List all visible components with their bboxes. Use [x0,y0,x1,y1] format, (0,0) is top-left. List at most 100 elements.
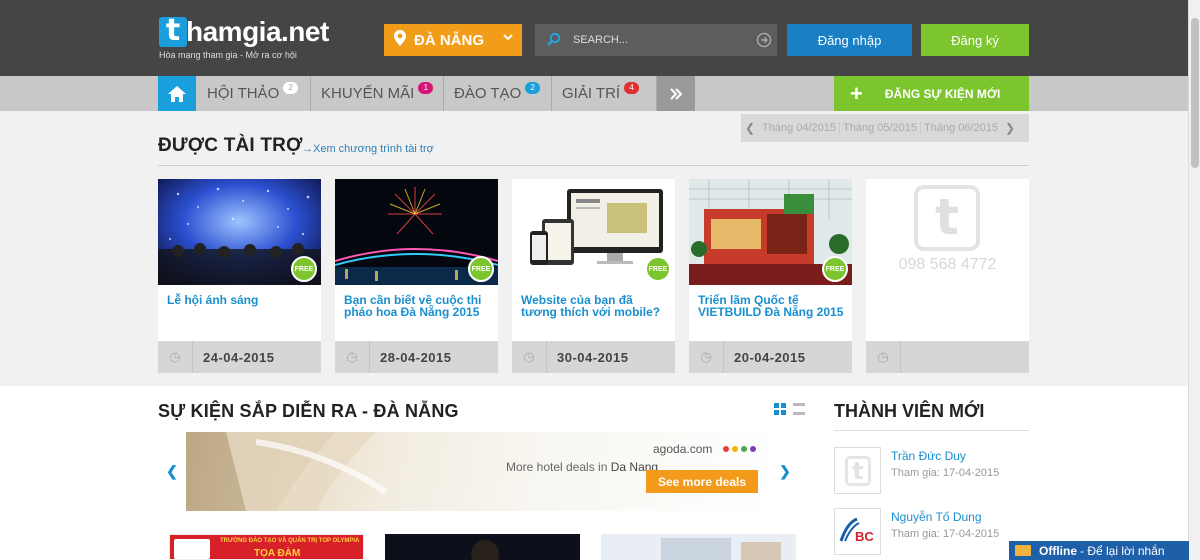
register-button[interactable]: Đăng ký [921,24,1029,56]
divider [369,341,370,373]
event-card[interactable]: FREE Triển lãm Quốc tế VIETBUILD Đà Nẵng… [689,179,852,373]
event-date: 28-04-2015 [380,349,452,365]
city-name: ĐÀ NẴNG [414,31,484,49]
upcoming-title: SỰ KIỆN SẮP DIỄN RA - ĐÀ NẴNG [158,401,459,421]
agoda-ad-banner[interactable]: agoda.com More hotel deals in Da Nang Se… [186,432,771,511]
post-event-label: ĐĂNG SỰ KIỆN MỚI [884,86,1001,101]
plus-icon: + [850,80,863,106]
offline-chat-widget[interactable]: Offline - Để lại lời nhắn [1009,541,1189,560]
event-thumb[interactable] [385,534,580,560]
nav-item-khuyen-mai[interactable]: KHUYẾN MÃI 1 [311,76,444,111]
month-tab[interactable]: Tháng 04/2015 [759,122,841,134]
event-date-bar: ◷ 24-04-2015 [158,341,321,373]
nav-item-dao-tao[interactable]: ĐÀO TẠO 2 [444,76,552,111]
view-sponsored-link[interactable]: →Xem chương trình tài trợ [302,143,434,155]
carousel-next-icon[interactable]: ❯ [771,432,799,511]
chevron-right-icon[interactable]: ❯ [1001,121,1019,135]
divider [834,430,1029,431]
search-input[interactable] [573,34,751,46]
thumb-text: TỌA ĐÀM [254,548,301,559]
grid-view-icon[interactable] [774,403,786,415]
clock-icon: ◷ [877,349,889,364]
event-date: 24-04-2015 [203,349,275,365]
logo-t-mark: t [159,16,187,47]
event-card[interactable]: FREE Lễ hội ánh sáng ◷ 24-04-2015 [158,179,321,373]
event-thumb[interactable]: TRƯỜNG ĐÀO TẠO VÀ QUẢN TRỊ TOP OLYMPIA T… [169,534,364,560]
chevron-down-icon [502,30,514,46]
clock-icon: ◷ [169,349,181,364]
event-date-bar: ◷ 20-04-2015 [689,341,852,373]
avatar[interactable]: t [834,447,881,494]
month-selector: ❮ Tháng 04/2015 Tháng 05/2015 Tháng 06/2… [741,114,1029,142]
member-joined: Tham gia: 17-04-2015 [891,467,1000,479]
event-date-bar: ◷ 30-04-2015 [512,341,675,373]
avatar[interactable]: BC [834,508,881,555]
member-name[interactable]: Trần Đức Duy [891,449,966,463]
city-selector[interactable]: ĐÀ NẴNG [384,24,522,56]
divider [723,341,724,373]
clock-icon: ◷ [346,349,358,364]
top-header: t hamgia.net Hòa mạng tham gia - Mở ra cơ… [0,0,1200,76]
page-scrollbar[interactable] [1188,0,1200,560]
free-badge: FREE [291,256,317,282]
nav-badge: 2 [283,81,299,94]
nav-item-giai-tri[interactable]: GIẢI TRÍ 4 [552,76,657,111]
event-date-bar: ◷ 28-04-2015 [335,341,498,373]
list-view-icon[interactable] [793,403,805,415]
nav-label: ĐÀO TẠO [454,85,522,102]
event-title[interactable]: Website của bạn đã tương thích với mobil… [521,294,669,318]
nav-label: GIẢI TRÍ [562,85,621,102]
scrollbar-thumb[interactable] [1191,18,1199,168]
svg-text:BC: BC [855,529,874,544]
chevron-left-icon[interactable]: ❮ [741,121,759,135]
placeholder-logo-icon: t [914,185,980,251]
logo-text: hamgia.net [186,16,329,47]
home-icon [168,85,186,102]
nav-badge: 2 [525,81,541,94]
logo-tagline: Hòa mạng tham gia - Mở ra cơ hội [159,50,297,60]
event-image-responsive-devices[interactable]: FREE [512,179,675,285]
home-button[interactable] [158,76,196,111]
placeholder-image: t 098 568 4772 [866,179,1029,285]
nav-badge: 1 [418,81,434,94]
event-card[interactable]: FREE Bạn cần biết về cuộc thi pháo hoa Đ… [335,179,498,373]
member-item[interactable]: BC Nguyễn Tố Dung Tham gia: 17-04-2015 [834,508,1029,558]
event-title[interactable]: Bạn cần biết về cuộc thi pháo hoa Đà Nẵn… [344,294,492,318]
view-sponsored-label: Xem chương trình tài trợ [313,143,434,155]
member-name[interactable]: Nguyễn Tố Dung [891,510,982,524]
event-image-exhibition[interactable]: FREE [689,179,852,285]
event-card-placeholder[interactable]: t 098 568 4772 ◷ [866,179,1029,373]
event-image-light-festival[interactable]: FREE [158,179,321,285]
nav-more-button[interactable] [657,76,695,111]
month-tab[interactable]: Tháng 06/2015 [921,122,1001,134]
search-submit-icon[interactable] [751,27,777,53]
member-item[interactable]: t Trần Đức Duy Tham gia: 17-04-2015 [834,447,1029,497]
divider [192,341,193,373]
upcoming-section: SỰ KIỆN SẮP DIỄN RA - ĐÀ NẴNG ❮ agoda.co… [0,386,1200,560]
event-date: 30-04-2015 [557,349,629,365]
event-date-bar: ◷ [866,341,1029,373]
month-tab[interactable]: Tháng 05/2015 [840,122,922,134]
chat-text: - Để lại lời nhắn [1080,543,1165,558]
login-button[interactable]: Đăng nhập [787,24,912,56]
sponsored-title: ĐƯỢC TÀI TRỢ [158,135,303,156]
divider [158,165,1029,166]
nav-label: KHUYẾN MÃI [321,85,415,102]
event-card[interactable]: FREE Website của bạn đã tương thích với … [512,179,675,373]
banner-text-prefix: More hotel deals in [506,460,608,474]
carousel-prev-icon[interactable]: ❮ [158,432,186,511]
event-date: 20-04-2015 [734,349,806,365]
see-more-deals-button[interactable]: See more deals [646,470,758,493]
nav-item-hoi-thao[interactable]: HỘI THẢO 2 [197,76,311,111]
event-thumb[interactable] [601,534,796,560]
event-image-fireworks[interactable]: FREE [335,179,498,285]
site-logo[interactable]: t hamgia.net Hòa mạng tham gia - Mở ra cơ… [159,16,329,60]
placeholder-phone: 098 568 4772 [898,256,997,273]
free-badge: FREE [468,256,494,282]
event-title[interactable]: Triển lãm Quốc tế VIETBUILD Đà Nẵng 2015 [698,294,846,318]
search-box [535,24,777,56]
post-event-button[interactable]: + ĐĂNG SỰ KIỆN MỚI [834,76,1029,111]
thumb-text: TRƯỜNG ĐÀO TẠO VÀ QUẢN TRỊ TOP OLYMPIA [220,538,360,544]
mail-icon [1015,545,1031,556]
event-title[interactable]: Lễ hội ánh sáng [167,294,315,306]
